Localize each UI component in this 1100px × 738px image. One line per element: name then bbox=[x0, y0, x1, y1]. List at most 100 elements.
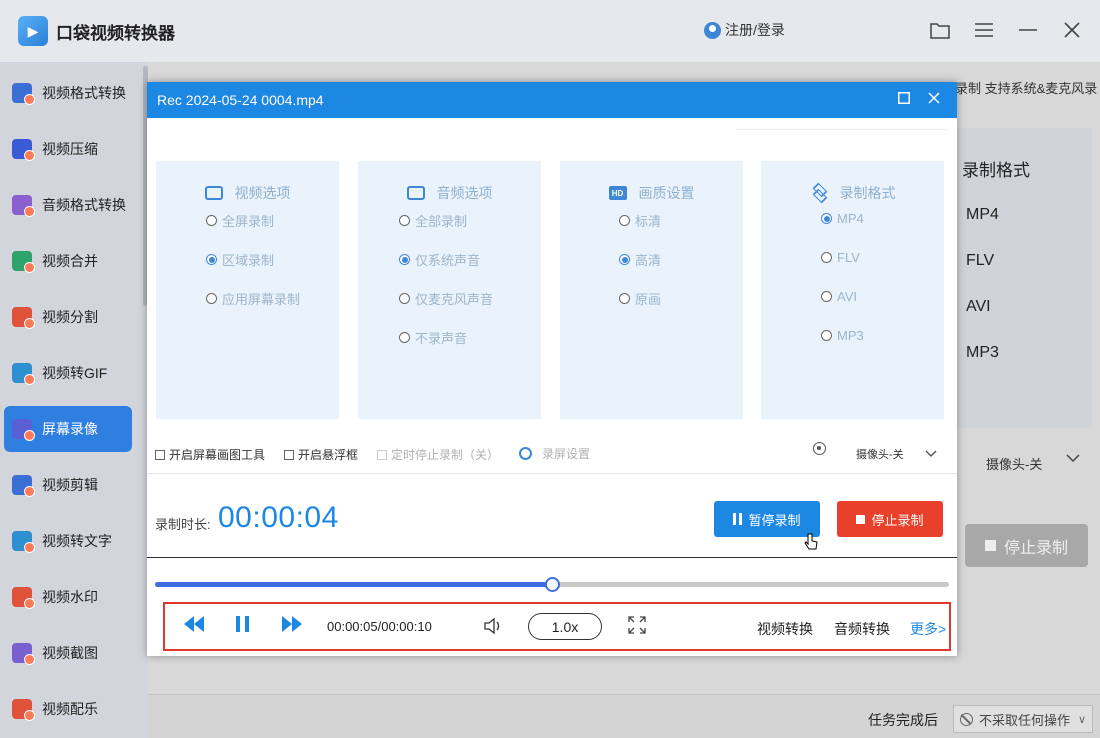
radio-option-label: 全部录制 bbox=[415, 214, 468, 229]
sidebar-item[interactable]: 视频剪辑 bbox=[4, 462, 132, 508]
camera-toggle[interactable]: 摄像头-关 bbox=[856, 446, 904, 462]
bg-format-option[interactable]: MP4 bbox=[966, 206, 999, 224]
sidebar-item-label: 视频水印 bbox=[42, 589, 98, 605]
timed-stop-checkbox[interactable]: 定时停止录制（关） bbox=[377, 446, 499, 463]
radio-option[interactable]: MP4 bbox=[821, 211, 864, 226]
sidebar-item-label: 视频截图 bbox=[42, 645, 98, 661]
close-icon[interactable] bbox=[928, 91, 940, 108]
radio-option-label: MP3 bbox=[837, 328, 864, 343]
minimize-icon[interactable] bbox=[1016, 16, 1040, 44]
progress-knob[interactable] bbox=[545, 577, 560, 592]
hand-cursor-icon bbox=[804, 533, 818, 550]
chevron-down-icon[interactable] bbox=[1066, 450, 1080, 466]
video-convert-link[interactable]: 视频转换 bbox=[757, 619, 813, 639]
login-button[interactable]: 注册/登录 bbox=[704, 20, 785, 40]
sidebar-item-label: 视频分割 bbox=[42, 309, 98, 325]
sidebar-item[interactable]: 视频转文字 bbox=[4, 518, 132, 564]
playback-progress-bar[interactable] bbox=[155, 577, 949, 592]
sidebar-item[interactable]: 视频分割 bbox=[4, 294, 132, 340]
fullscreen-icon[interactable] bbox=[628, 616, 646, 639]
panel-header: 音频选项 bbox=[358, 183, 541, 203]
draw-tool-checkbox[interactable]: 开启屏幕画图工具 bbox=[155, 446, 265, 463]
sidebar-item[interactable]: 视频水印 bbox=[4, 574, 132, 620]
checkbox-box bbox=[377, 449, 387, 460]
sidebar-item[interactable]: 视频配乐 bbox=[4, 686, 132, 732]
radio-option[interactable]: 仅系统声音 bbox=[399, 250, 480, 269]
rewind-icon[interactable] bbox=[183, 615, 205, 639]
radio-button[interactable] bbox=[399, 254, 410, 265]
tool-icon bbox=[12, 587, 35, 609]
radio-button[interactable] bbox=[821, 252, 832, 263]
bg-stop-button[interactable]: 停止录制 bbox=[965, 524, 1088, 567]
folder-icon[interactable] bbox=[928, 16, 952, 44]
more-link[interactable]: 更多> bbox=[910, 619, 946, 639]
draw-tool-label: 开启屏幕画图工具 bbox=[169, 448, 266, 462]
radio-button[interactable] bbox=[821, 291, 832, 302]
sidebar-item-label: 视频配乐 bbox=[42, 701, 98, 717]
sidebar-item[interactable]: 视频合并 bbox=[4, 238, 132, 284]
sidebar-item[interactable]: 视频截图 bbox=[4, 630, 132, 676]
volume-icon[interactable] bbox=[483, 616, 503, 636]
radio-option-label: AVI bbox=[837, 289, 857, 304]
radio-button[interactable] bbox=[821, 330, 832, 341]
radio-option-label: 全屏录制 bbox=[222, 214, 275, 229]
bg-format-option[interactable]: AVI bbox=[966, 298, 991, 316]
pause-icon[interactable] bbox=[235, 615, 251, 639]
radio-option[interactable]: 高清 bbox=[619, 250, 661, 269]
chevron-down-icon[interactable] bbox=[925, 445, 937, 463]
radio-button[interactable] bbox=[399, 332, 410, 343]
speed-button[interactable]: 1.0x bbox=[528, 613, 602, 640]
sidebar-item[interactable]: 视频转GIF bbox=[4, 350, 132, 396]
radio-option[interactable]: AVI bbox=[821, 289, 857, 304]
radio-option[interactable]: 原画 bbox=[619, 289, 661, 308]
radio-option[interactable]: 区域录制 bbox=[206, 250, 274, 269]
radio-button[interactable] bbox=[619, 254, 630, 265]
fast-forward-icon[interactable] bbox=[281, 615, 303, 639]
app-title: 口袋视频转换器 bbox=[56, 23, 175, 43]
radio-option[interactable]: FLV bbox=[821, 250, 860, 265]
pause-icon bbox=[733, 513, 743, 525]
audio-convert-link[interactable]: 音频转换 bbox=[834, 619, 890, 639]
close-icon[interactable] bbox=[1060, 16, 1084, 44]
tool-icon bbox=[12, 643, 35, 665]
radio-option[interactable]: 全屏录制 bbox=[206, 211, 274, 230]
record-settings-label: 录屏设置 bbox=[542, 447, 591, 461]
radio-button[interactable] bbox=[619, 293, 630, 304]
tool-icon bbox=[12, 195, 35, 217]
sidebar-item-label: 视频转GIF bbox=[42, 365, 108, 381]
radio-option[interactable]: 标清 bbox=[619, 211, 661, 230]
radio-option[interactable]: MP3 bbox=[821, 328, 864, 343]
radio-option[interactable]: 应用屏幕录制 bbox=[206, 289, 300, 308]
bg-format-option[interactable]: MP3 bbox=[966, 344, 999, 362]
bg-camera-label[interactable]: 摄像头-关 bbox=[986, 454, 1042, 473]
sidebar-item[interactable]: 音频格式转换 bbox=[4, 182, 132, 228]
task-complete-select[interactable]: 不采取任何操作 ∨ bbox=[953, 705, 1093, 733]
radio-button[interactable] bbox=[821, 213, 832, 224]
maximize-icon[interactable] bbox=[898, 91, 910, 108]
bg-format-option[interactable]: FLV bbox=[966, 252, 994, 270]
radio-option-label: 仅麦克风声音 bbox=[415, 292, 494, 307]
record-settings-button[interactable]: 录屏设置 bbox=[519, 445, 590, 462]
panel-header: 录制格式 bbox=[761, 183, 944, 203]
float-frame-checkbox[interactable]: 开启悬浮框 bbox=[284, 446, 358, 463]
radio-button[interactable] bbox=[206, 215, 217, 226]
recording-tools-row: 开启屏幕画图工具 开启悬浮框 定时停止录制（关） 录屏设置 摄像头-关 bbox=[147, 433, 957, 473]
radio-option[interactable]: 不录声音 bbox=[399, 328, 467, 347]
radio-option[interactable]: 仅麦克风声音 bbox=[399, 289, 493, 308]
player-controls: 00:00:05/00:00:10 1.0x 视频转换 音频转换 更多> bbox=[163, 602, 951, 651]
radio-option-label: MP4 bbox=[837, 211, 864, 226]
stop-recording-button[interactable]: 停止录制 bbox=[837, 501, 943, 537]
sidebar-item[interactable]: 视频压缩 bbox=[4, 126, 132, 172]
sidebar-item-label: 音频格式转换 bbox=[42, 197, 126, 213]
menu-icon[interactable] bbox=[972, 16, 996, 44]
radio-button[interactable] bbox=[399, 215, 410, 226]
sidebar-item[interactable]: 视频格式转换 bbox=[4, 70, 132, 116]
radio-button[interactable] bbox=[206, 254, 217, 265]
radio-button[interactable] bbox=[619, 215, 630, 226]
radio-option[interactable]: 全部录制 bbox=[399, 211, 467, 230]
bg-format-title: 录制格式 bbox=[962, 161, 1030, 180]
radio-button[interactable] bbox=[399, 293, 410, 304]
pause-recording-button[interactable]: 暂停录制 bbox=[714, 501, 820, 537]
sidebar-item[interactable]: 屏幕录像 bbox=[4, 406, 132, 452]
radio-button[interactable] bbox=[206, 293, 217, 304]
